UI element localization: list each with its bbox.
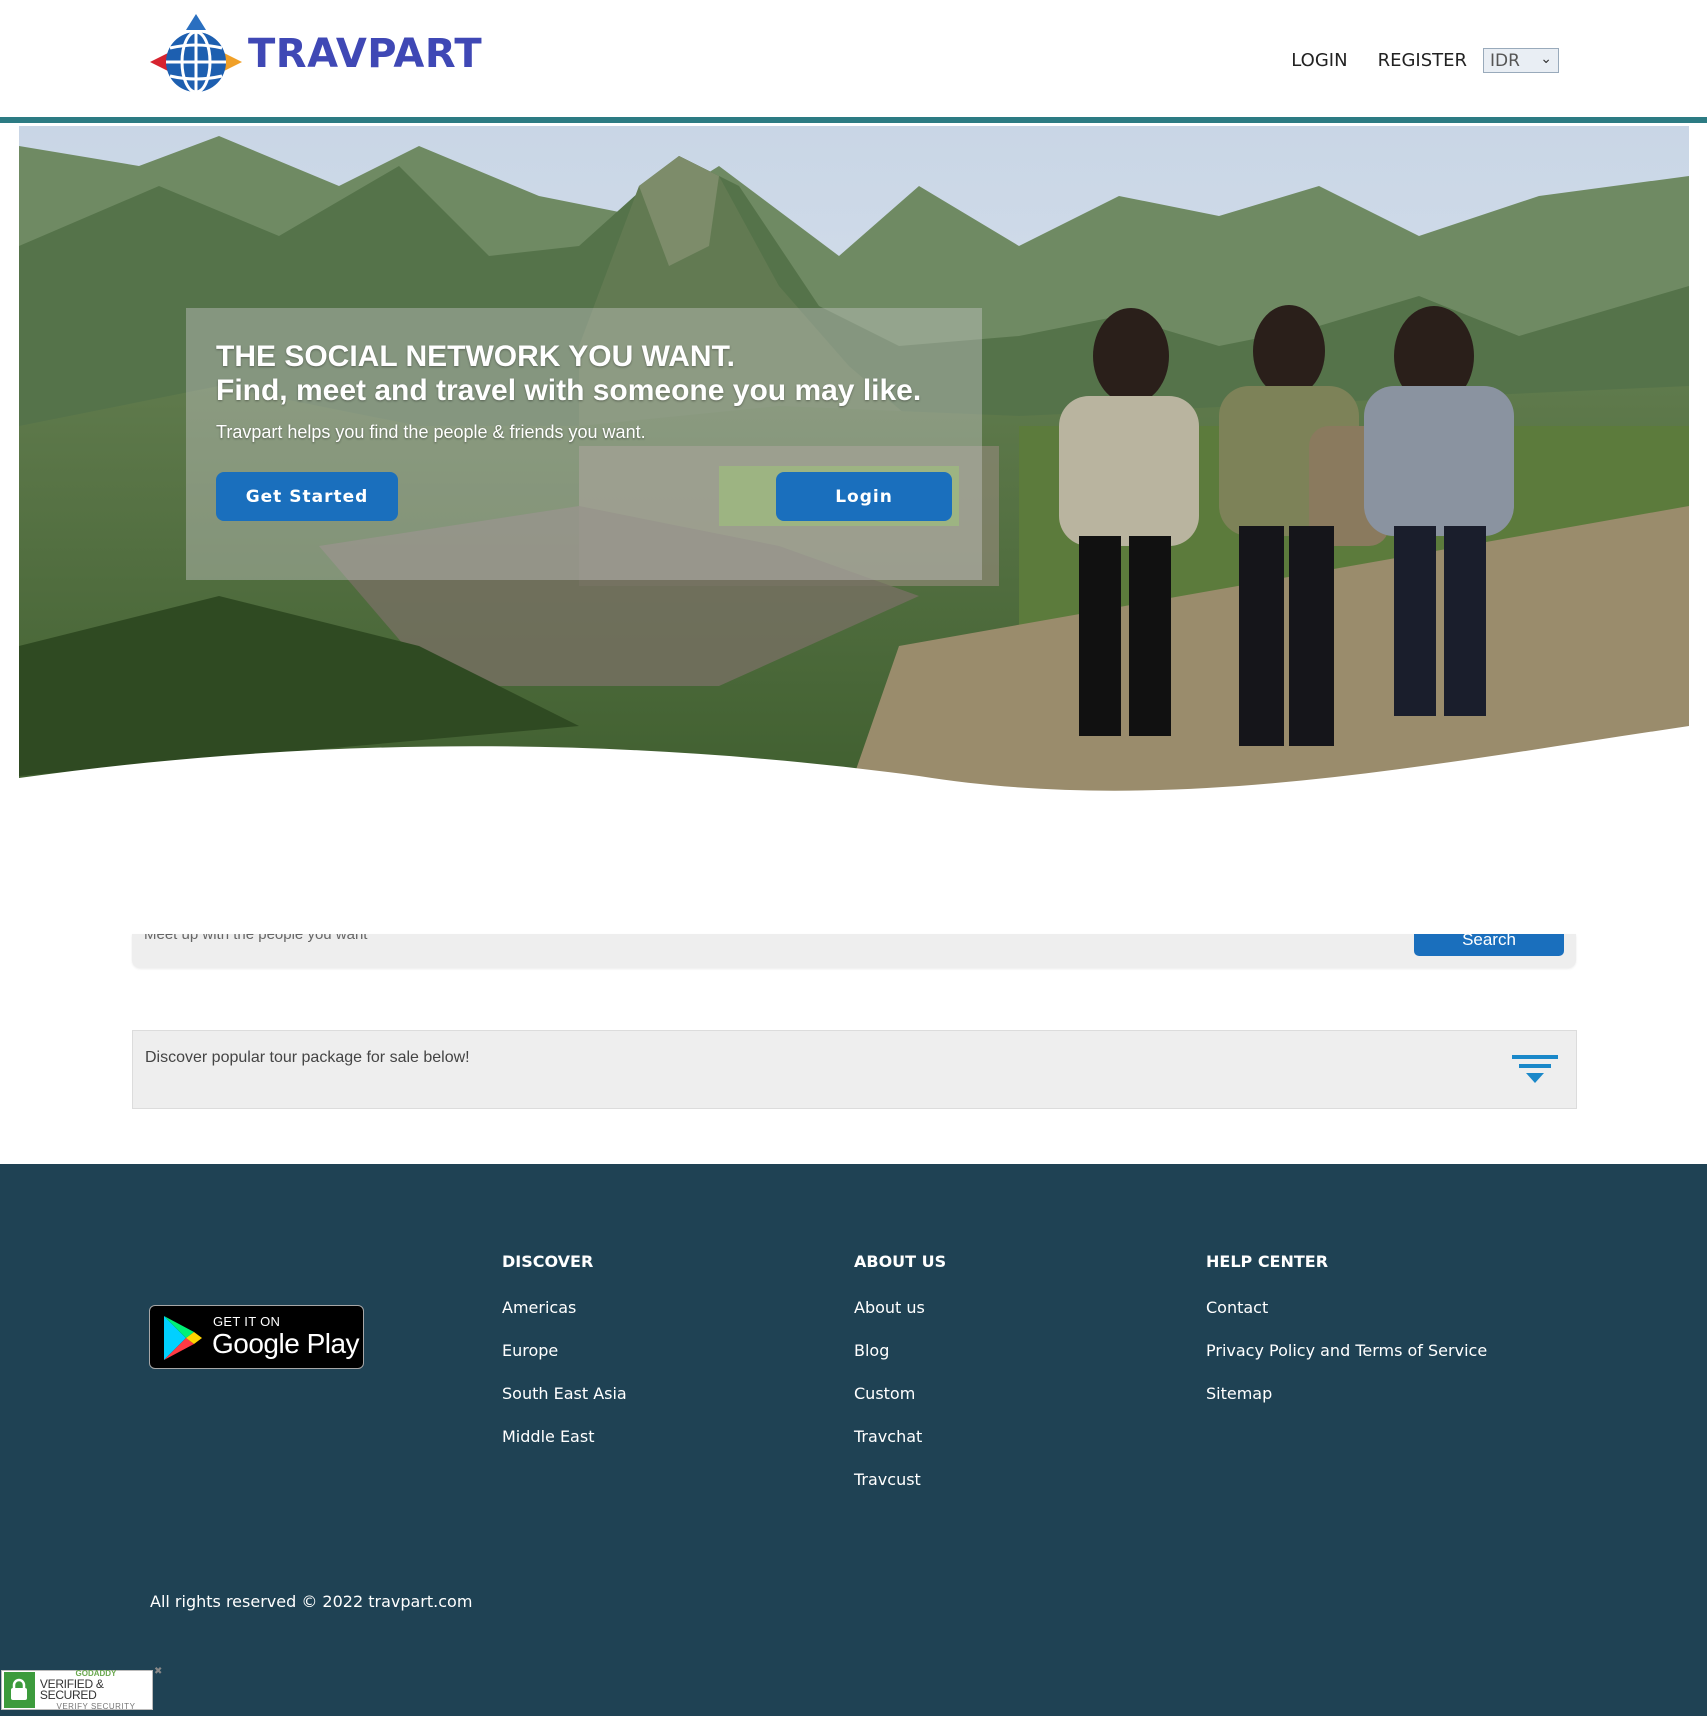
footer-column-about: ABOUT US About us Blog Custom Travchat T… [854,1252,946,1512]
footer-heading: HELP CENTER [1206,1252,1329,1271]
globe-logo-icon [150,14,242,94]
google-play-big-text: Google Play [212,1328,360,1359]
chevron-down-icon: ⌄ [1540,51,1552,67]
nav-login-link[interactable]: LOGIN [1291,50,1347,71]
nav-register-link[interactable]: REGISTER [1378,50,1467,71]
top-nav: LOGIN REGISTER IDR ⌄ [1261,48,1559,73]
footer-link-travcust[interactable]: Travcust [854,1469,946,1491]
site-footer: GET IT ON Google Play DISCOVER Americas … [0,1164,1707,1716]
ssl-mid-text: VERIFIED & SECURED [39,1677,104,1702]
footer-link-middle-east[interactable]: Middle East [502,1426,627,1448]
footer-column-help: HELP CENTER Contact Privacy Policy and T… [1206,1252,1487,1426]
google-play-small-text: GET IT ON [213,1314,281,1329]
close-icon[interactable]: ✖ [154,1666,162,1677]
footer-column-discover: DISCOVER Americas Europe South East Asia… [502,1252,627,1469]
ssl-seal[interactable]: GODADDY VERIFIED & SECURED VERIFY SECURI… [1,1668,153,1712]
footer-heading: ABOUT US [854,1252,947,1271]
search-bar: Meet up with the people you want Search [132,934,1576,968]
hero-login-button[interactable]: Login [776,472,952,521]
footer-link-about-us[interactable]: About us [854,1297,946,1319]
footer-link-europe[interactable]: Europe [502,1340,627,1362]
footer-link-contact[interactable]: Contact [1206,1297,1487,1319]
search-button[interactable]: Search [1414,934,1564,956]
currency-select[interactable]: IDR ⌄ [1483,48,1559,73]
header-divider [0,117,1707,123]
ssl-seal-text: GODADDY VERIFIED & SECURED VERIFY SECURI… [40,1668,152,1712]
footer-link-travchat[interactable]: Travchat [854,1426,946,1448]
currency-value: IDR [1490,50,1520,71]
hero-card: THE SOCIAL NETWORK YOU WANT. Find, meet … [186,308,982,580]
google-play-badge[interactable]: GET IT ON Google Play [149,1305,364,1369]
hero-subtitle: Find, meet and travel with someone you m… [216,374,922,407]
footer-link-sitemap[interactable]: Sitemap [1206,1383,1487,1405]
site-header: TRAVPART LOGIN REGISTER IDR ⌄ [0,0,1707,117]
footer-link-privacy-terms[interactable]: Privacy Policy and Terms of Service [1206,1340,1487,1362]
discover-text: Discover popular tour package for sale b… [145,1049,470,1066]
search-input[interactable]: Meet up with the people you want [144,934,367,943]
footer-link-blog[interactable]: Blog [854,1340,946,1362]
footer-link-custom[interactable]: Custom [854,1383,946,1405]
get-started-button[interactable]: Get Started [216,472,398,521]
discover-panel: Discover popular tour package for sale b… [132,1030,1577,1109]
hero-banner: THE SOCIAL NETWORK YOU WANT. Find, meet … [19,126,1689,876]
filter-icon[interactable] [1512,1055,1558,1087]
brand-logo[interactable]: TRAVPART [148,12,482,96]
copyright-text: All rights reserved © 2022 travpart.com [150,1592,473,1611]
footer-link-south-east-asia[interactable]: South East Asia [502,1383,627,1405]
ssl-bottom-text: VERIFY SECURITY [56,1702,136,1711]
footer-heading: DISCOVER [502,1252,594,1271]
hero-description: Travpart helps you find the people & fri… [216,422,646,442]
lock-icon [4,1672,35,1708]
hero-title: THE SOCIAL NETWORK YOU WANT. [216,340,735,373]
footer-link-americas[interactable]: Americas [502,1297,627,1319]
brand-name: TRAVPART [248,31,483,77]
google-play-icon [164,1316,202,1360]
